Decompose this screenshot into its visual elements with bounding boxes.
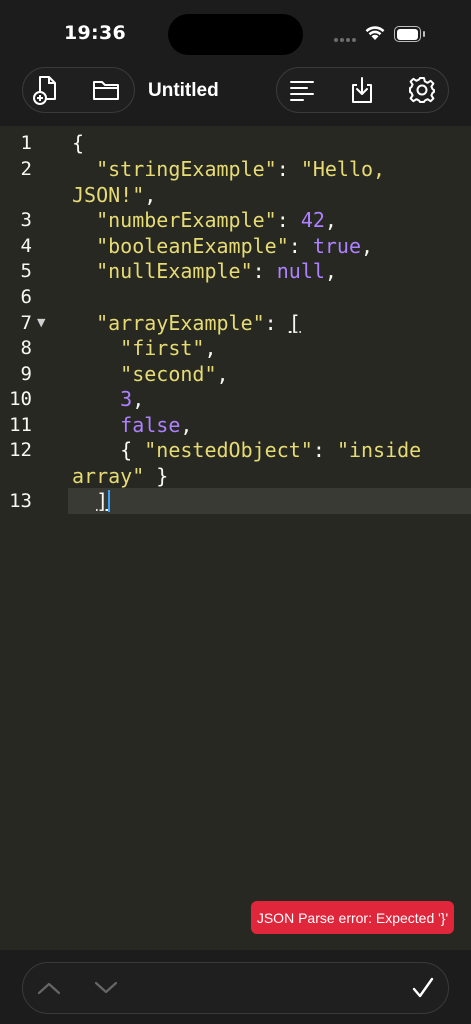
keyboard-accessory-bar bbox=[22, 962, 449, 1014]
code-line[interactable]: "stringExample": "Hello, bbox=[72, 156, 385, 182]
gear-icon bbox=[409, 77, 435, 103]
line-number: 12 bbox=[9, 439, 32, 461]
checkmark-icon bbox=[412, 977, 434, 998]
text-cursor bbox=[108, 490, 111, 512]
new-file-button[interactable] bbox=[23, 68, 69, 112]
done-button[interactable] bbox=[400, 963, 446, 1013]
line-number: 11 bbox=[9, 414, 32, 436]
wifi-icon bbox=[365, 26, 385, 40]
code-line[interactable]: { "nestedObject": "inside bbox=[72, 437, 421, 463]
code-line[interactable]: ] bbox=[72, 488, 111, 514]
line-number: 1 bbox=[20, 132, 32, 154]
format-icon bbox=[290, 81, 314, 101]
document-title[interactable]: Untitled bbox=[148, 80, 219, 102]
cellular-signal-icon bbox=[334, 38, 358, 44]
code-line-wrap[interactable]: array" } bbox=[72, 463, 168, 489]
code-line[interactable]: { bbox=[72, 130, 84, 156]
line-number: 10 bbox=[9, 388, 32, 410]
next-button[interactable] bbox=[83, 963, 129, 1013]
code-line-wrap[interactable]: JSON!", bbox=[72, 182, 156, 208]
settings-button[interactable] bbox=[399, 68, 445, 112]
code-line[interactable]: "nullExample": null, bbox=[72, 258, 337, 284]
code-line[interactable]: 3, bbox=[72, 386, 144, 412]
line-number: 13 bbox=[9, 490, 32, 512]
code-editor[interactable]: 1 { 2 "stringExample": "Hello, JSON!", 3… bbox=[0, 126, 471, 950]
dynamic-island bbox=[168, 14, 303, 55]
chevron-down-icon bbox=[94, 981, 118, 994]
bottom-bar bbox=[0, 950, 471, 1024]
previous-button[interactable] bbox=[26, 963, 72, 1013]
line-number: 2 bbox=[20, 158, 32, 180]
line-number: 8 bbox=[20, 337, 32, 359]
code-line[interactable]: "numberExample": 42, bbox=[72, 207, 337, 233]
save-download-button[interactable] bbox=[339, 68, 385, 112]
error-toast: JSON Parse error: Expected '}' bbox=[251, 901, 454, 934]
download-icon bbox=[352, 77, 372, 103]
line-number: 9 bbox=[20, 363, 32, 385]
line-number: 5 bbox=[20, 260, 32, 282]
code-line[interactable]: "second", bbox=[72, 361, 228, 387]
file-actions-group bbox=[22, 67, 135, 113]
new-file-icon bbox=[33, 76, 56, 105]
line-number: 4 bbox=[20, 235, 32, 257]
status-bar: 19:36 bbox=[0, 0, 471, 64]
status-time: 19:36 bbox=[64, 22, 126, 44]
format-button[interactable] bbox=[279, 68, 325, 112]
fold-toggle-icon[interactable]: ▼ bbox=[37, 310, 45, 336]
chevron-up-icon bbox=[37, 982, 61, 995]
editor-actions-group bbox=[276, 67, 449, 113]
toolbar: Untitled bbox=[0, 64, 471, 126]
open-folder-button[interactable] bbox=[83, 68, 129, 112]
line-number: 6 bbox=[20, 286, 32, 308]
line-number: 7 bbox=[20, 312, 32, 334]
code-line[interactable]: "first", bbox=[72, 335, 216, 361]
active-line-highlight bbox=[68, 488, 471, 514]
battery-icon bbox=[394, 26, 425, 42]
code-line[interactable]: "booleanExample": true, bbox=[72, 233, 373, 259]
code-line[interactable]: false, bbox=[72, 412, 192, 438]
line-number: 3 bbox=[20, 209, 32, 231]
folder-icon bbox=[93, 81, 119, 100]
code-line[interactable]: "arrayExample": [ bbox=[72, 310, 301, 336]
